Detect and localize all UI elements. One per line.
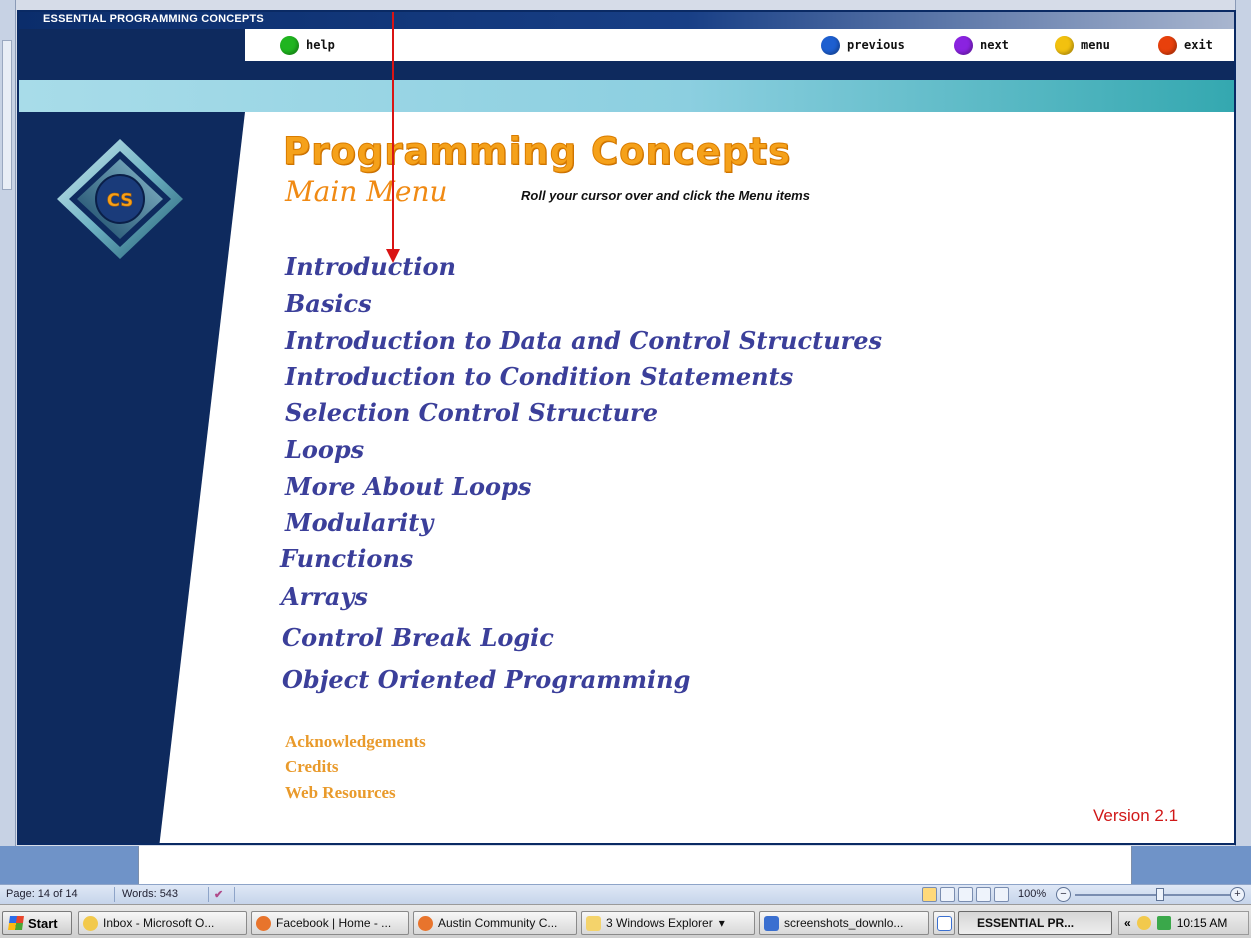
firefox-icon xyxy=(418,915,433,931)
task-label: screenshots_downlo... xyxy=(784,916,904,930)
menu-item-more-about-loops[interactable]: More About Loops xyxy=(285,472,531,501)
page-title: Programming Concepts xyxy=(282,130,792,174)
zoom-out-icon[interactable]: − xyxy=(1056,887,1071,902)
zoom-slider-track[interactable] xyxy=(1075,894,1235,896)
credits-link[interactable]: Credits xyxy=(285,757,339,777)
header-teal-band xyxy=(19,80,1234,112)
annotation-arrow-line xyxy=(392,12,394,250)
menu-item-arrays[interactable]: Arrays xyxy=(281,582,368,611)
host-window-scrollbar[interactable] xyxy=(1235,0,1251,850)
menu-item-condition-statements[interactable]: Introduction to Condition Statements xyxy=(285,362,793,391)
instruction-text: Roll your cursor over and click the Menu… xyxy=(521,188,810,203)
logo-text: CS xyxy=(107,190,134,211)
web-layout-view-icon[interactable] xyxy=(958,887,973,902)
next-label: next xyxy=(980,38,1009,52)
status-separator xyxy=(114,887,115,902)
task-label: ESSENTIAL PR... xyxy=(977,916,1075,930)
zoom-slider-thumb[interactable] xyxy=(1156,888,1164,901)
nav-left-block xyxy=(19,29,245,61)
nav-bar: help previous next menu exit xyxy=(19,29,1234,61)
window-title: ESSENTIAL PROGRAMMING CONCEPTS xyxy=(43,13,264,25)
title-bar: ESSENTIAL PROGRAMMING CONCEPTS xyxy=(19,12,1234,29)
start-button[interactable]: Start xyxy=(2,911,72,935)
status-separator xyxy=(234,887,235,902)
task-word-document[interactable]: screenshots_downlo... xyxy=(759,911,929,935)
previous-dot-icon xyxy=(821,35,840,55)
menu-item-data-control-structures[interactable]: Introduction to Data and Control Structu… xyxy=(285,326,882,355)
help-button[interactable]: help xyxy=(280,35,335,55)
network-tray-icon[interactable] xyxy=(1156,916,1171,930)
annotation-arrow-head-icon xyxy=(386,249,400,263)
vertical-ruler xyxy=(2,40,12,190)
menu-label: menu xyxy=(1081,38,1110,52)
flash-app-icon xyxy=(937,915,952,931)
task-austin-cc[interactable]: Austin Community C... xyxy=(413,911,577,935)
previous-label: previous xyxy=(847,38,905,52)
cs-logo-icon: CS xyxy=(57,139,183,259)
chevron-down-icon: ▾ xyxy=(718,916,725,930)
acknowledgements-link[interactable]: Acknowledgements xyxy=(285,732,426,752)
next-button[interactable]: next xyxy=(954,35,1009,55)
task-outlook[interactable]: Inbox - Microsoft O... xyxy=(78,911,247,935)
next-dot-icon xyxy=(954,35,973,55)
menu-button[interactable]: menu xyxy=(1055,35,1110,55)
clock[interactable]: 10:15 AM xyxy=(1177,916,1228,930)
task-label: Inbox - Microsoft O... xyxy=(103,916,215,930)
version-label: Version 2.1 xyxy=(1093,806,1179,825)
outline-view-icon[interactable] xyxy=(976,887,991,902)
word-count[interactable]: Words: 543 xyxy=(122,888,178,900)
taskbar: Start Inbox - Microsoft O... Facebook | … xyxy=(0,904,1251,938)
start-label: Start xyxy=(28,915,58,931)
menu-item-loops[interactable]: Loops xyxy=(285,435,364,464)
previous-button[interactable]: previous xyxy=(821,35,905,55)
menu-item-introduction[interactable]: Introduction xyxy=(285,252,456,281)
menu-item-selection-control[interactable]: Selection Control Structure xyxy=(285,398,658,427)
task-facebook[interactable]: Facebook | Home - ... xyxy=(251,911,409,935)
document-page xyxy=(138,846,1132,884)
task-label: Austin Community C... xyxy=(438,916,558,930)
task-quick-launch[interactable] xyxy=(933,911,955,935)
help-dot-icon xyxy=(280,35,299,55)
task-label: 3 Windows Explorer xyxy=(606,916,713,930)
system-tray: « 10:15 AM xyxy=(1118,911,1249,935)
menu-item-object-oriented[interactable]: Object Oriented Programming xyxy=(282,665,690,694)
host-window-left-margin xyxy=(0,0,16,850)
page-subtitle: Main Menu xyxy=(285,175,448,208)
menu-dot-icon xyxy=(1055,35,1074,55)
folder-icon xyxy=(586,915,601,931)
task-windows-explorer[interactable]: 3 Windows Explorer ▾ xyxy=(581,911,755,935)
menu-item-modularity[interactable]: Modularity xyxy=(285,508,433,537)
help-label: help xyxy=(306,38,335,52)
menu-item-control-break-logic[interactable]: Control Break Logic xyxy=(282,623,554,652)
menu-item-basics[interactable]: Basics xyxy=(285,289,372,318)
full-screen-view-icon[interactable] xyxy=(940,887,955,902)
task-label: Facebook | Home - ... xyxy=(276,916,392,930)
status-bar: Page: 14 of 14 Words: 543 ✔ 100% − + xyxy=(0,884,1251,904)
header-navy-strip xyxy=(19,61,1234,80)
page-count[interactable]: Page: 14 of 14 xyxy=(6,888,78,900)
tray-expand-icon[interactable]: « xyxy=(1124,916,1131,930)
exit-dot-icon xyxy=(1158,35,1177,55)
menu-item-functions[interactable]: Functions xyxy=(280,544,413,573)
app-window: ESSENTIAL PROGRAMMING CONCEPTS help prev… xyxy=(17,10,1236,845)
exit-label: exit xyxy=(1184,38,1213,52)
zoom-level[interactable]: 100% xyxy=(1018,888,1046,900)
outlook-tray-icon[interactable] xyxy=(1136,916,1151,930)
word-icon xyxy=(764,915,779,931)
web-resources-link[interactable]: Web Resources xyxy=(285,783,396,803)
zoom-in-icon[interactable]: + xyxy=(1230,887,1245,902)
draft-view-icon[interactable] xyxy=(994,887,1009,902)
screen: ESSENTIAL PROGRAMMING CONCEPTS help prev… xyxy=(0,0,1251,938)
status-separator xyxy=(208,887,209,902)
exit-button[interactable]: exit xyxy=(1158,35,1213,55)
proofing-icon[interactable]: ✔ xyxy=(214,888,223,901)
firefox-icon xyxy=(256,915,271,931)
task-essential-programming[interactable]: ESSENTIAL PR... xyxy=(958,911,1112,935)
print-layout-view-icon[interactable] xyxy=(922,887,937,902)
windows-flag-icon xyxy=(8,916,24,930)
outlook-icon xyxy=(83,915,98,931)
